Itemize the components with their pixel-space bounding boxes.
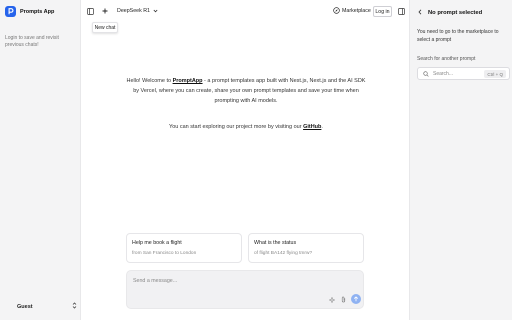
suggestion-card[interactable]: Help me book a flight from San Francisco… bbox=[126, 233, 242, 263]
github-link[interactable]: GitHub bbox=[303, 124, 321, 130]
search-icon bbox=[423, 71, 429, 79]
suggestion-subtitle: of flight BA142 flying tmrw? bbox=[254, 251, 313, 256]
prompt-panel: No prompt selected You need to go to the… bbox=[409, 0, 512, 320]
login-button[interactable]: Log in bbox=[373, 6, 392, 17]
model-selector[interactable]: DeepSeek R1 bbox=[117, 8, 158, 14]
new-chat-tooltip: New chat bbox=[92, 22, 118, 33]
message-composer[interactable]: Send a message... bbox=[126, 270, 364, 309]
suggestion-title: Help me book a flight bbox=[132, 240, 182, 246]
sparkle-icon bbox=[328, 296, 335, 303]
panel-title: No prompt selected bbox=[428, 10, 483, 16]
chevron-down-icon bbox=[153, 9, 158, 13]
chevron-left-icon bbox=[418, 9, 422, 15]
plus-icon bbox=[102, 8, 108, 14]
message-input[interactable]: Send a message... bbox=[133, 278, 177, 284]
search-placeholder: Search... bbox=[433, 71, 454, 77]
toggle-panel-button[interactable] bbox=[397, 7, 405, 15]
toggle-sidebar-button[interactable] bbox=[86, 7, 94, 15]
user-menu[interactable]: Guest bbox=[17, 302, 77, 311]
send-button[interactable] bbox=[351, 294, 361, 304]
suggestion-subtitle: from San Francisco to London bbox=[132, 251, 197, 256]
prompt-search-input[interactable]: Search... Ctrl + Q bbox=[417, 67, 510, 80]
brand[interactable]: Prompts App bbox=[5, 6, 54, 17]
welcome-greeting: Hello! Welcome to bbox=[126, 78, 173, 84]
marketplace-label: Marketplace bbox=[342, 7, 371, 14]
attach-button[interactable] bbox=[340, 295, 347, 303]
back-button[interactable] bbox=[418, 9, 422, 17]
welcome-message: Hello! Welcome to PromptApp - a prompt t… bbox=[126, 76, 366, 106]
search-label: Search for another prompt bbox=[417, 56, 476, 62]
paperclip-icon bbox=[341, 296, 346, 302]
arrow-up-icon bbox=[353, 296, 359, 302]
login-note: Login to save and revisit previous chats… bbox=[5, 35, 59, 48]
compass-icon bbox=[333, 7, 340, 14]
sidebar-icon bbox=[86, 7, 94, 15]
shortcut-badge: Ctrl + Q bbox=[484, 70, 506, 78]
panel-header: No prompt selected bbox=[418, 9, 482, 17]
explore-message: You can start exploring our project more… bbox=[126, 124, 366, 130]
app-name: Prompts App bbox=[20, 8, 55, 15]
explore-prefix: You can start exploring our project more… bbox=[169, 124, 304, 130]
enhance-button[interactable] bbox=[328, 296, 335, 303]
app-logo-icon bbox=[5, 6, 16, 17]
model-name: DeepSeek R1 bbox=[117, 8, 150, 14]
suggestion-title: What is the status bbox=[254, 240, 297, 246]
panel-icon bbox=[397, 7, 405, 15]
left-sidebar: Prompts App Login to save and revisit pr… bbox=[0, 0, 81, 320]
explore-suffix: . bbox=[321, 124, 323, 130]
suggestion-card[interactable]: What is the status of flight BA142 flyin… bbox=[248, 233, 364, 263]
brand-link[interactable]: PromptApp bbox=[173, 78, 203, 84]
new-chat-button[interactable] bbox=[101, 7, 109, 15]
chevron-up-down-icon bbox=[72, 302, 77, 311]
panel-message: You need to go to the marketplace to sel… bbox=[417, 29, 499, 43]
user-name: Guest bbox=[17, 303, 33, 310]
marketplace-link[interactable]: Marketplace bbox=[333, 7, 371, 14]
